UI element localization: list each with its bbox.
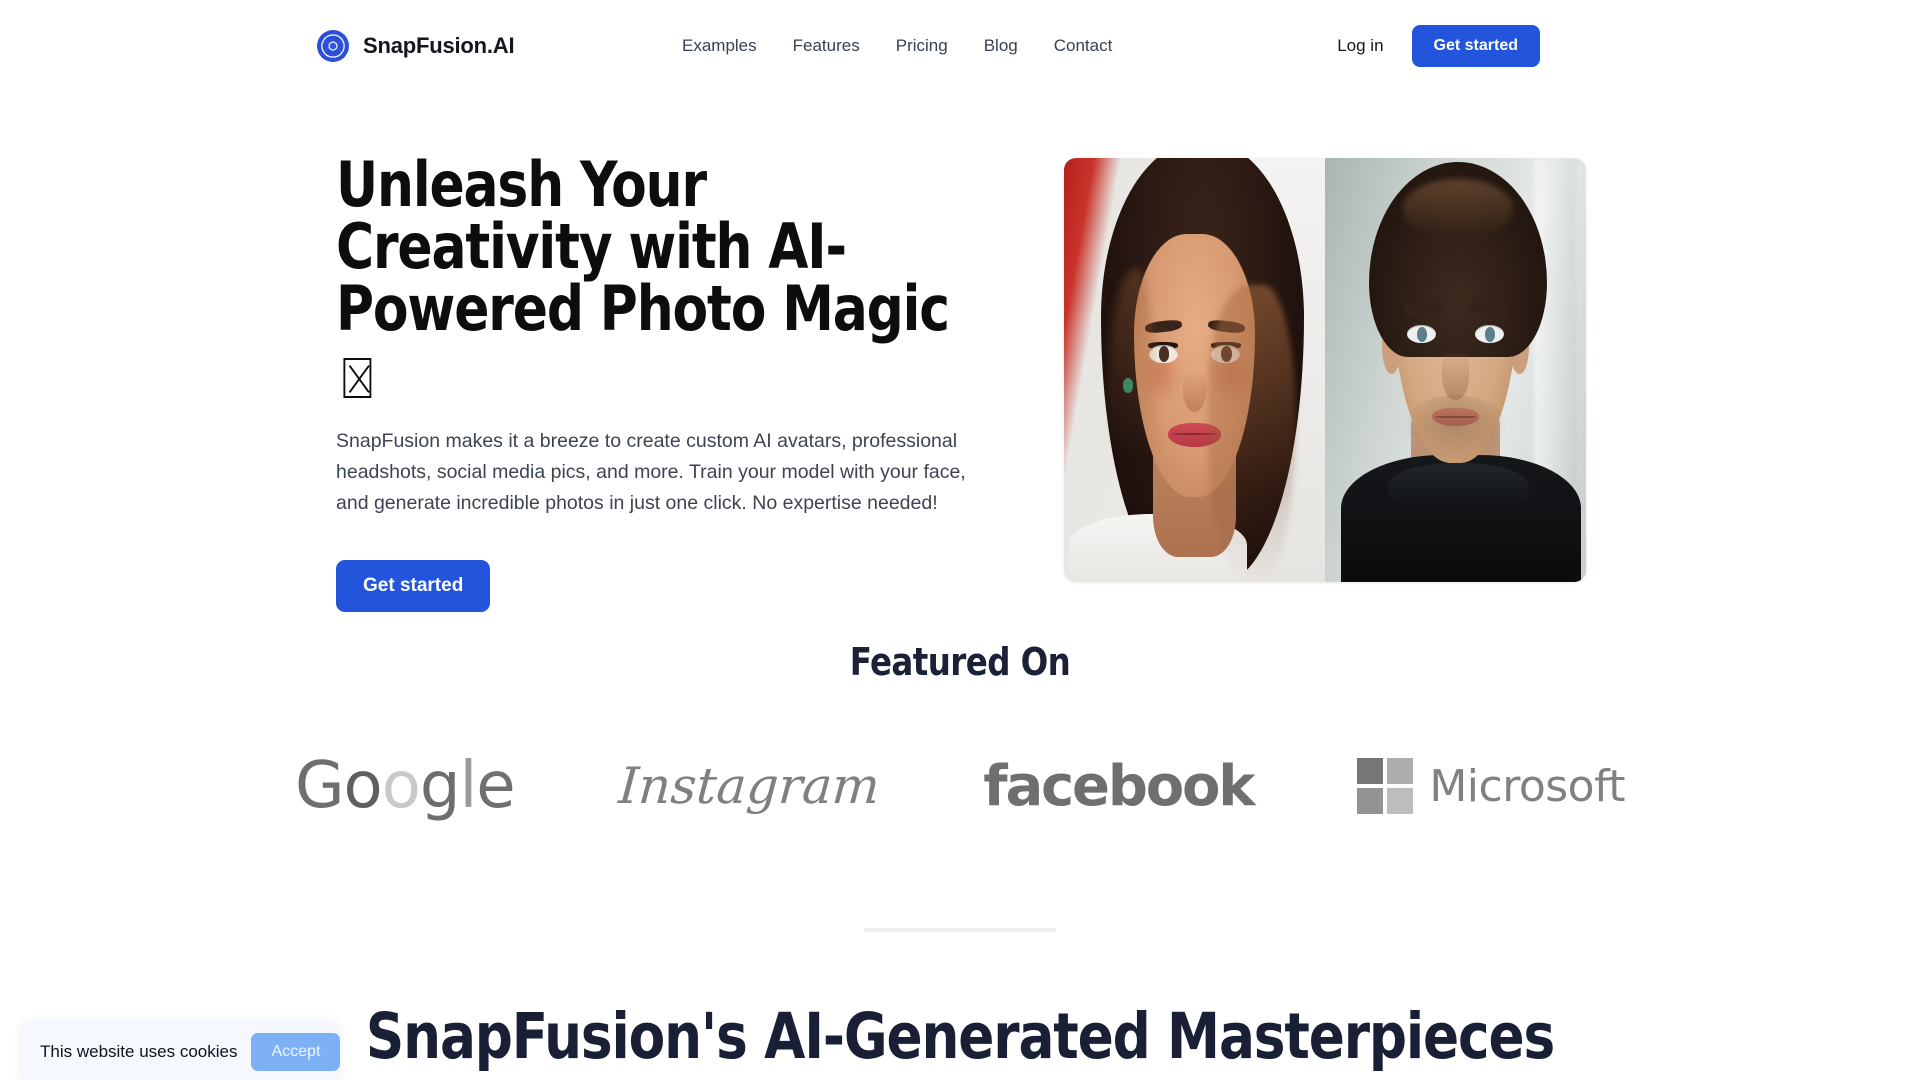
site-header: SnapFusion.AI Examples Features Pricing … (0, 0, 1920, 92)
hero-title: Unleash Your Creativity with AI-Powered … (336, 154, 950, 402)
primary-nav: Examples Features Pricing Blog Contact (680, 32, 1114, 60)
hero-image (1064, 158, 1586, 582)
facebook-logo: facebook (983, 746, 1255, 826)
section-divider (864, 928, 1056, 932)
header-get-started-button[interactable]: Get started (1411, 25, 1540, 67)
nav-link-blog[interactable]: Blog (982, 32, 1020, 60)
facebook-wordmark: facebook (983, 753, 1255, 819)
featured-on-section: Featured On Google Instagram facebook Mi… (0, 640, 1920, 826)
featured-logo-row: Google Instagram facebook Microsoft (0, 746, 1920, 826)
portrait-man (1325, 158, 1586, 582)
microsoft-grid-icon (1357, 758, 1414, 814)
portrait-woman (1064, 158, 1325, 582)
hero-section: Unleash Your Creativity with AI-Powered … (0, 140, 1920, 613)
brand-logo-link[interactable]: SnapFusion.AI (316, 29, 515, 63)
cookie-consent-banner: This website uses cookies Accept (22, 1020, 341, 1080)
instagram-wordmark: Instagram (616, 757, 882, 815)
google-logo: Google (294, 746, 516, 826)
aperture-icon (316, 29, 350, 63)
nav-link-contact[interactable]: Contact (1052, 32, 1115, 60)
cookie-accept-button[interactable]: Accept (251, 1033, 341, 1071)
login-link[interactable]: Log in (1337, 36, 1383, 56)
hero-title-text: Unleash Your Creativity with AI-Powered … (336, 148, 950, 345)
landing-page: SnapFusion.AI Examples Features Pricing … (0, 0, 1920, 1080)
brand-name: SnapFusion.AI (363, 33, 515, 58)
nav-link-features[interactable]: Features (791, 32, 862, 60)
hero-description: SnapFusion makes it a breeze to create c… (336, 430, 966, 514)
featured-on-title: Featured On (849, 640, 1071, 684)
header-actions: Log in Get started (1337, 25, 1540, 67)
nav-link-pricing[interactable]: Pricing (894, 32, 950, 60)
microsoft-wordmark: Microsoft (1429, 760, 1626, 812)
hero-copy: Unleash Your Creativity with AI-Powered … (336, 154, 996, 613)
google-wordmark: Google (294, 749, 516, 823)
instagram-logo: Instagram (616, 746, 882, 826)
missing-glyph-box-icon (343, 358, 372, 398)
nav-link-examples[interactable]: Examples (680, 32, 759, 60)
microsoft-logo: Microsoft (1357, 746, 1626, 826)
hero-get-started-button[interactable]: Get started (336, 560, 491, 613)
hero-cta-wrapper: Get started (336, 560, 996, 613)
cookie-message: This website uses cookies (40, 1042, 238, 1061)
